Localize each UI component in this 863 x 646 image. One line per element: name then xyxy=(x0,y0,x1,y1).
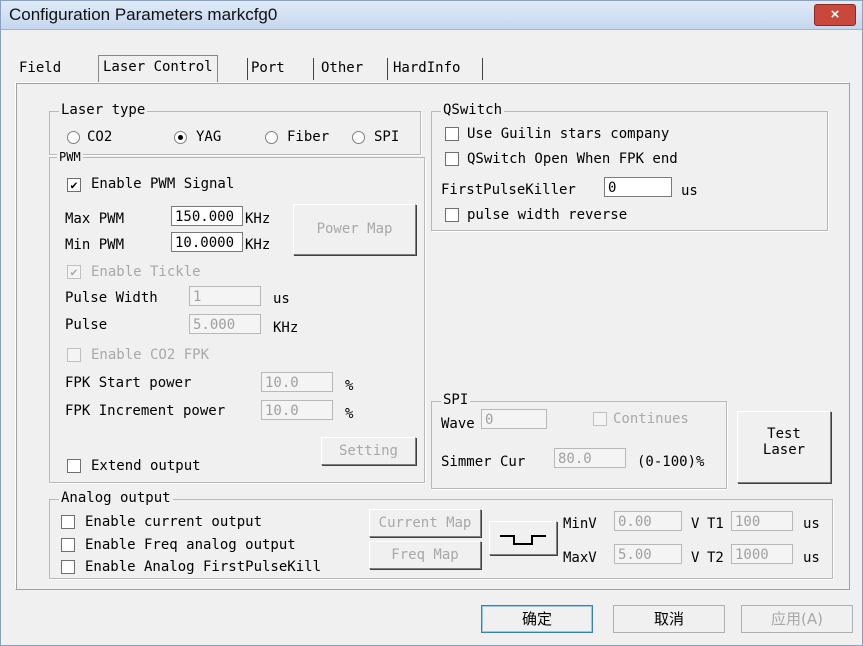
fpk-start-label: FPK Start power xyxy=(65,375,192,391)
t1-label: T1 xyxy=(707,516,724,532)
t2-input[interactable]: 1000 xyxy=(731,544,793,564)
wave-input[interactable]: 0 xyxy=(481,409,547,429)
min-pwm-unit: KHz xyxy=(245,237,271,253)
min-pwm-input[interactable]: 10.0000 xyxy=(171,232,243,252)
tab-port[interactable]: Port xyxy=(251,57,285,81)
t1-input[interactable]: 100 xyxy=(731,511,793,531)
analog-output-title: Analog output xyxy=(59,490,173,506)
t2-label: T2 xyxy=(707,550,724,566)
radio-fiber[interactable] xyxy=(265,131,278,144)
minv-unit: V xyxy=(691,516,700,532)
enable-current-checkbox[interactable] xyxy=(61,515,75,529)
radio-fiber-label: Fiber xyxy=(287,129,330,145)
fpk-start-unit: % xyxy=(345,378,354,394)
tab-field[interactable]: Field xyxy=(19,57,61,81)
waveform-button[interactable] xyxy=(489,521,557,555)
laser-type-title: Laser type xyxy=(59,102,148,118)
continues-label: Continues xyxy=(613,411,689,427)
fpk-inc-label: FPK Increment power xyxy=(65,403,226,419)
pulse-width-reverse-checkbox[interactable] xyxy=(445,208,459,222)
current-map-button[interactable]: Current Map xyxy=(369,509,481,537)
tab-separator xyxy=(482,58,483,80)
enable-co2-fpk-checkbox[interactable] xyxy=(67,348,81,362)
freq-map-button[interactable]: Freq Map xyxy=(369,541,481,569)
fpk-unit: us xyxy=(681,183,698,199)
setting-button[interactable]: Setting xyxy=(321,437,416,465)
maxv-label: MaxV xyxy=(563,550,597,566)
maxv-input[interactable]: 5.00 xyxy=(614,544,682,564)
tab-hardinfo[interactable]: HardInfo xyxy=(393,57,460,81)
tab-laser-control[interactable]: Laser Control xyxy=(98,55,218,84)
fpk-start-input[interactable]: 10.0 xyxy=(261,372,333,392)
radio-spi[interactable] xyxy=(352,131,365,144)
radio-co2-label: CO2 xyxy=(87,129,113,145)
radio-selected-dot xyxy=(178,135,183,140)
enable-tickle-label: Enable Tickle xyxy=(91,264,201,280)
maxv-unit: V xyxy=(691,550,700,566)
radio-co2[interactable] xyxy=(67,131,80,144)
use-guilin-checkbox[interactable] xyxy=(445,127,459,141)
test-laser-line2: Laser xyxy=(762,442,806,458)
window-title: Configuration Parameters markcfg0 xyxy=(9,5,278,24)
tab-separator xyxy=(387,58,388,80)
minv-label: MinV xyxy=(563,516,597,532)
simmer-range: (0-100)% xyxy=(637,454,705,470)
enable-co2-fpk-label: Enable CO2 FPK xyxy=(91,347,210,363)
tab-separator xyxy=(247,58,248,80)
pwm-title: PWM xyxy=(57,149,83,165)
enable-analog-fpk-checkbox[interactable] xyxy=(61,560,75,574)
pulse-width-reverse-label: pulse width reverse xyxy=(467,207,628,223)
pulse-width-unit: us xyxy=(273,291,290,307)
wave-label: Wave xyxy=(441,416,475,432)
title-bar[interactable]: Configuration Parameters markcfg0 × xyxy=(1,1,862,30)
extend-output-label: Extend output xyxy=(91,458,201,474)
enable-pwm-checkbox[interactable]: ✔ xyxy=(67,178,81,192)
pulse-unit: KHz xyxy=(273,320,299,336)
close-button[interactable]: × xyxy=(814,4,856,26)
radio-yag-label: YAG xyxy=(196,129,222,145)
t2-unit: us xyxy=(803,550,820,566)
ok-button[interactable]: 确定 xyxy=(481,605,593,633)
enable-pwm-label: Enable PWM Signal xyxy=(91,176,235,192)
fpk-inc-unit: % xyxy=(345,406,354,422)
spi-title: SPI xyxy=(441,392,471,408)
cancel-button[interactable]: 取消 xyxy=(613,605,725,633)
minv-input[interactable]: 0.00 xyxy=(614,511,682,531)
radio-yag[interactable] xyxy=(174,131,187,144)
use-guilin-label: Use Guilin stars company xyxy=(467,126,670,142)
waveform-icon xyxy=(500,535,546,545)
min-pwm-label: Min PWM xyxy=(65,237,125,253)
fpk-input[interactable]: 0 xyxy=(604,177,672,197)
test-laser-line1: Test xyxy=(767,426,801,442)
enable-tickle-checkbox[interactable]: ✔ xyxy=(67,265,81,279)
tab-separator xyxy=(313,58,314,80)
power-map-button[interactable]: Power Map xyxy=(293,204,416,255)
simmer-input[interactable]: 80.0 xyxy=(554,448,626,468)
fpk-label: FirstPulseKiller xyxy=(441,182,576,198)
config-dialog: Configuration Parameters markcfg0 × Fiel… xyxy=(0,0,863,646)
pulse-label: Pulse xyxy=(65,317,108,333)
qswitch-open-label: QSwitch Open When FPK end xyxy=(467,151,678,167)
qswitch-open-checkbox[interactable] xyxy=(445,152,459,166)
pulse-width-label: Pulse Width xyxy=(65,290,158,306)
t1-unit: us xyxy=(803,516,820,532)
continues-checkbox[interactable] xyxy=(593,412,607,426)
tab-other[interactable]: Other xyxy=(321,57,363,81)
qswitch-title: QSwitch xyxy=(441,102,505,118)
enable-analog-fpk-label: Enable Analog FirstPulseKill xyxy=(85,559,322,575)
fpk-inc-input[interactable]: 10.0 xyxy=(261,400,333,420)
enable-freq-label: Enable Freq analog output xyxy=(85,537,296,553)
test-laser-button[interactable]: Test Laser xyxy=(737,411,831,483)
simmer-label: Simmer Cur xyxy=(441,454,526,470)
max-pwm-input[interactable]: 150.000 xyxy=(171,206,243,226)
pulse-width-input[interactable]: 1 xyxy=(189,286,261,306)
radio-spi-label: SPI xyxy=(374,129,400,145)
enable-freq-checkbox[interactable] xyxy=(61,538,75,552)
pulse-input[interactable]: 5.000 xyxy=(189,314,261,334)
apply-button[interactable]: 应用(A) xyxy=(741,605,853,633)
max-pwm-unit: KHz xyxy=(245,211,271,227)
max-pwm-label: Max PWM xyxy=(65,211,125,227)
extend-output-checkbox[interactable] xyxy=(67,459,81,473)
enable-current-label: Enable current output xyxy=(85,514,263,530)
